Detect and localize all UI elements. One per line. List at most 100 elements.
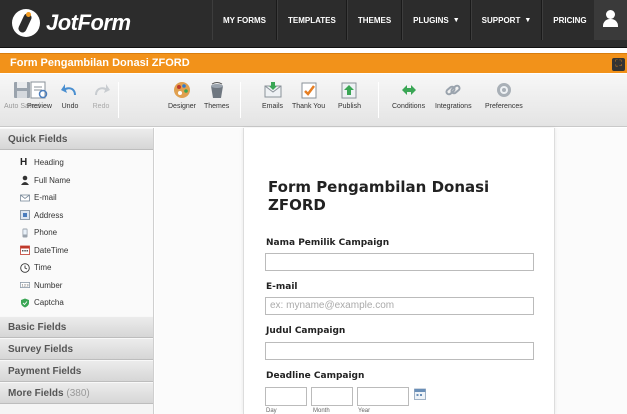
campaign-owner-input[interactable] bbox=[265, 253, 534, 271]
email-input[interactable]: ex: myname@example.com bbox=[265, 297, 534, 315]
field-heading[interactable]: H Heading bbox=[20, 154, 153, 172]
conditions-label: Conditions bbox=[392, 103, 426, 110]
undo-button[interactable]: Undo bbox=[60, 80, 80, 111]
publish-button[interactable]: Publish bbox=[338, 80, 361, 111]
year-input[interactable] bbox=[357, 387, 409, 406]
designer-button[interactable]: Designer bbox=[168, 80, 196, 111]
nav-my-forms[interactable]: MY FORMS bbox=[212, 0, 277, 40]
email-label[interactable]: E-mail bbox=[266, 282, 298, 292]
field-address[interactable]: Address bbox=[20, 207, 153, 225]
redo-label: Redo bbox=[92, 103, 110, 110]
field-phone[interactable]: Phone bbox=[20, 224, 153, 242]
nav-themes[interactable]: THEMES bbox=[346, 0, 403, 40]
fullscreen-icon[interactable]: ⛶ bbox=[612, 58, 625, 71]
palette-icon bbox=[174, 82, 190, 98]
form-builder-toolbar: Auto Saved Preview Undo Redo Designer Th… bbox=[0, 74, 627, 127]
preview-icon bbox=[30, 81, 48, 99]
field-full-name[interactable]: Full Name bbox=[20, 172, 153, 190]
nav-templates[interactable]: TEMPLATES bbox=[276, 0, 347, 40]
field-label: Address bbox=[34, 210, 64, 220]
field-label: Time bbox=[34, 263, 52, 273]
nav-label: TEMPLATES bbox=[287, 15, 336, 25]
link-icon bbox=[445, 84, 461, 96]
campaign-title-label[interactable]: Judul Campaign bbox=[266, 326, 345, 336]
section-label: Payment Fields bbox=[8, 365, 82, 377]
day-input[interactable] bbox=[265, 387, 307, 406]
more-fields-header[interactable]: More Fields (380) bbox=[0, 381, 153, 404]
toolbar-separator bbox=[240, 82, 241, 118]
top-navbar: JotForm MY FORMS TEMPLATES THEMES PLUGIN… bbox=[0, 0, 627, 48]
clock-icon bbox=[20, 262, 30, 273]
field-datetime[interactable]: DateTime bbox=[20, 242, 153, 260]
year-sublabel: Year bbox=[358, 408, 371, 414]
deadline-label[interactable]: Deadline Campaign bbox=[266, 371, 364, 381]
heading-icon: H bbox=[20, 156, 28, 168]
section-label: Survey Fields bbox=[8, 343, 74, 355]
field-label: Number bbox=[34, 280, 63, 290]
field-label: Full Name bbox=[34, 175, 71, 185]
logo-text: JotForm bbox=[46, 10, 131, 35]
thank-you-page-icon bbox=[301, 82, 317, 99]
publish-icon bbox=[341, 82, 357, 99]
section-label: More Fields bbox=[8, 387, 64, 399]
more-fields-count: (380) bbox=[66, 387, 90, 399]
calendar-picker-icon[interactable] bbox=[414, 388, 426, 400]
field-label: Captcha bbox=[34, 298, 64, 308]
toolbar-separator bbox=[118, 82, 119, 118]
survey-fields-header[interactable]: Survey Fields bbox=[0, 337, 153, 360]
jotform-logo[interactable]: JotForm bbox=[12, 9, 131, 37]
section-label: Basic Fields bbox=[8, 321, 67, 333]
user-icon bbox=[606, 10, 615, 19]
day-sublabel: Day bbox=[266, 408, 277, 414]
thank-you-label: Thank You bbox=[292, 103, 326, 110]
themes-button[interactable]: Themes bbox=[204, 80, 229, 111]
conditions-button[interactable]: Conditions bbox=[392, 80, 425, 111]
thank-you-button[interactable]: Thank You bbox=[292, 80, 325, 111]
month-input[interactable] bbox=[311, 387, 353, 406]
nav-pricing[interactable]: PRICING bbox=[542, 0, 598, 40]
user-account-button[interactable] bbox=[594, 0, 627, 40]
form-heading[interactable]: Form Pengambilan Donasi ZFORD bbox=[268, 178, 528, 214]
field-number[interactable]: 123 Number bbox=[20, 277, 153, 295]
redo-icon bbox=[95, 84, 110, 95]
preview-button[interactable]: Preview bbox=[27, 80, 52, 111]
chevron-down-icon: ▼ bbox=[524, 16, 532, 24]
quick-fields-header[interactable]: Quick Fields bbox=[0, 128, 153, 150]
redo-button[interactable]: Redo bbox=[91, 80, 111, 111]
emails-button[interactable]: Emails bbox=[262, 80, 283, 111]
emails-label: Emails bbox=[262, 103, 284, 110]
jotform-logo-icon bbox=[12, 9, 40, 37]
undo-icon bbox=[61, 84, 76, 95]
nav-label: THEMES bbox=[357, 15, 392, 25]
phone-icon bbox=[22, 228, 28, 238]
designer-label: Designer bbox=[168, 103, 197, 110]
address-icon bbox=[20, 210, 30, 221]
section-label: Quick Fields bbox=[8, 134, 68, 145]
nav-support[interactable]: SUPPORT ▼ bbox=[470, 0, 543, 40]
field-email[interactable]: E-mail bbox=[20, 189, 153, 207]
campaign-title-input[interactable] bbox=[265, 342, 534, 360]
conditions-icon bbox=[401, 85, 416, 95]
field-label: E-mail bbox=[34, 193, 57, 203]
payment-fields-header[interactable]: Payment Fields bbox=[0, 359, 153, 382]
field-label: Heading bbox=[34, 158, 64, 168]
email-icon bbox=[264, 82, 281, 98]
form-title-bar: Form Pengambilan Donasi ZFORD ⛶ bbox=[0, 53, 627, 73]
basic-fields-header[interactable]: Basic Fields bbox=[0, 315, 153, 338]
campaign-owner-label[interactable]: Nama Pemilik Campaign bbox=[266, 238, 389, 248]
preferences-button[interactable]: Preferences bbox=[485, 80, 523, 111]
nav-label: PRICING bbox=[553, 15, 587, 25]
shield-icon bbox=[21, 298, 29, 308]
chevron-down-icon: ▼ bbox=[452, 16, 460, 24]
field-time[interactable]: Time bbox=[20, 259, 153, 277]
month-sublabel: Month bbox=[313, 408, 330, 414]
nav-plugins[interactable]: PLUGINS ▼ bbox=[402, 0, 471, 40]
field-label: DateTime bbox=[34, 245, 69, 255]
field-captcha[interactable]: Captcha bbox=[20, 294, 153, 312]
integrations-button[interactable]: Integrations bbox=[435, 80, 472, 111]
toolbar-separator bbox=[378, 82, 379, 118]
nav-label: PLUGINS bbox=[413, 15, 449, 25]
form-name[interactable]: Form Pengambilan Donasi ZFORD bbox=[10, 57, 190, 69]
main-nav: MY FORMS TEMPLATES THEMES PLUGINS ▼ SUPPO… bbox=[212, 0, 598, 40]
person-icon bbox=[21, 175, 29, 186]
